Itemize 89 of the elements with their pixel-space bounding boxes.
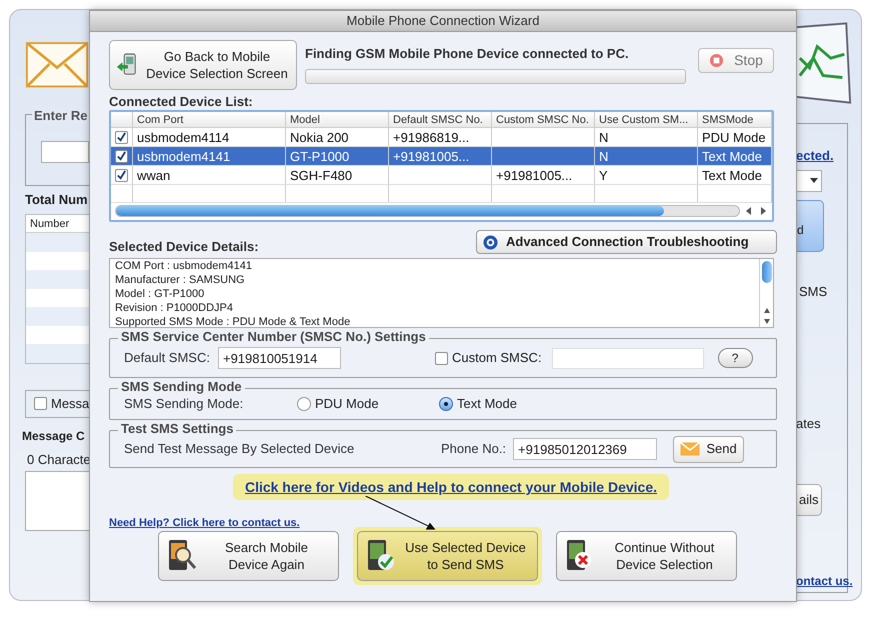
table-cell: Text Mode xyxy=(698,166,772,184)
checkbox[interactable] xyxy=(34,397,47,410)
message-field[interactable] xyxy=(25,471,90,531)
go-back-button[interactable]: Go Back to Mobile Device Selection Screen xyxy=(109,40,297,90)
settings-icon xyxy=(483,234,498,250)
table-cell: SGH-F480 xyxy=(286,166,389,184)
details-button[interactable]: ails xyxy=(796,484,822,516)
field-label: Default SMSC: xyxy=(124,349,210,368)
radio-button[interactable] xyxy=(297,397,311,411)
custom-smsc-checkbox[interactable] xyxy=(434,352,448,364)
envelope-icon xyxy=(680,442,700,456)
device-list-title: Connected Device List: xyxy=(109,94,254,109)
column-header[interactable]: Custom SMSC No. xyxy=(492,112,595,127)
detail-line: Revision : P1000DDJP4 xyxy=(115,301,234,315)
detail-line: COM Port : usbmodem4141 xyxy=(115,259,253,273)
table-cell: PDU Mode xyxy=(698,128,772,146)
checkbox-label: Custom SMSC: xyxy=(452,349,542,368)
total-label: Total Num xyxy=(25,191,89,209)
table-cell: N xyxy=(595,128,698,146)
checkbox-label: Messa xyxy=(51,394,90,413)
group-title: SMS Service Center Number (SMSC No.) Settings xyxy=(118,329,429,345)
device-row[interactable]: wwan SGH-F480 +91981005... Y Text Mode xyxy=(111,166,772,185)
table-cell: +91981005... xyxy=(389,147,492,165)
stop-button[interactable]: Stop xyxy=(698,48,774,73)
help-button[interactable]: ? xyxy=(718,348,753,368)
table-cell: Text Mode xyxy=(698,147,772,165)
field-label: Send Test Message By Selected Device xyxy=(124,440,356,458)
table-cell: +91986819... xyxy=(389,128,492,146)
selected-link[interactable]: ected. xyxy=(796,146,834,166)
details-title: Selected Device Details: xyxy=(109,240,259,254)
row-checkbox[interactable] xyxy=(115,130,128,144)
detail-line: Model : GT-P1000 xyxy=(115,287,206,301)
table-cell: N xyxy=(595,147,698,165)
field-label: Phone No.: xyxy=(441,440,506,458)
templates-label: ates xyxy=(796,415,821,433)
window-title: Mobile Phone Connection Wizard xyxy=(346,12,540,30)
table-cell: wwan xyxy=(133,166,286,184)
sms-label: SMS xyxy=(799,282,828,300)
video-help-link[interactable]: Click here for Videos and Help to connect your Mobile Device. xyxy=(232,474,670,500)
action-button[interactable]: Use Selected Device to Send SMS xyxy=(357,531,538,581)
column-header[interactable]: SMSMode xyxy=(698,112,772,127)
horizontal-scrollbar[interactable] xyxy=(115,205,740,218)
send-button[interactable]: Send xyxy=(673,436,744,462)
troubleshooting-button[interactable]: Advanced Connection Troubleshooting xyxy=(476,230,777,254)
device-row[interactable]: usbmodem4114 Nokia 200 +91986819... N PDU Mode xyxy=(111,128,772,147)
phone-arrow-icon xyxy=(116,53,138,77)
stop-icon xyxy=(709,53,724,68)
table-cell: usbmodem4114 xyxy=(133,128,286,146)
input-field[interactable] xyxy=(41,141,89,163)
group-title: Test SMS Settings xyxy=(118,421,236,437)
character-count: 0 Characte xyxy=(27,450,90,468)
vertical-scrollbar[interactable] xyxy=(759,259,773,327)
caret-icon xyxy=(810,178,818,183)
column-header[interactable]: Com Port xyxy=(133,112,286,127)
column-header[interactable]: Default SMSC No. xyxy=(389,112,492,127)
phone-magnifier-icon xyxy=(167,539,197,573)
action-button[interactable]: Continue Without Device Selection xyxy=(556,531,737,581)
phone-number-field[interactable]: +91985012012369 xyxy=(513,438,658,460)
scroll-thumb[interactable] xyxy=(116,206,664,216)
row-checkbox[interactable] xyxy=(115,150,128,162)
table-cell: Y xyxy=(595,166,698,184)
table-cell: +91981005... xyxy=(492,166,595,184)
detail-line: Manufacturer : SAMSUNG xyxy=(115,273,246,287)
scroll-arrows-icon[interactable] xyxy=(762,307,770,325)
row-checkbox[interactable] xyxy=(115,168,128,182)
scroll-arrows-icon[interactable] xyxy=(744,206,768,216)
table-cell: Nokia 200 xyxy=(286,128,389,146)
radio-label: PDU Mode xyxy=(315,395,379,414)
dropdown[interactable] xyxy=(796,170,822,192)
action-button[interactable]: Search Mobile Device Again xyxy=(158,531,339,581)
contact-link[interactable]: Need Help? Click here to contact us. xyxy=(109,517,300,529)
device-row[interactable]: usbmodem4141 GT-P1000 +91981005... N Text Mode xyxy=(111,147,772,166)
field-label: SMS Sending Mode: xyxy=(124,395,244,414)
group-title: SMS Sending Mode xyxy=(118,379,245,395)
column-header[interactable]: Model xyxy=(286,112,389,127)
table-cell: GT-P1000 xyxy=(286,147,389,165)
scroll-thumb[interactable] xyxy=(762,261,772,283)
message-label: Message C xyxy=(22,428,86,444)
default-smsc-field[interactable]: +919810051914 xyxy=(218,347,341,369)
side-button[interactable]: d xyxy=(796,200,824,252)
column-header[interactable]: Use Custom SM... xyxy=(595,112,698,127)
table-cell: usbmodem4141 xyxy=(133,147,286,165)
radio-label: Text Mode xyxy=(457,395,517,414)
status-text: Finding GSM Mobile Phone Device connected to PC. xyxy=(305,45,630,63)
detail-line: Supported SMS Mode : PDU Mode & Text Mode xyxy=(115,315,352,327)
contact-link[interactable]: ontact us. xyxy=(796,572,861,590)
phone-check-icon xyxy=(366,539,396,573)
radio-button[interactable] xyxy=(439,397,453,411)
custom-smsc-field[interactable] xyxy=(552,348,704,368)
